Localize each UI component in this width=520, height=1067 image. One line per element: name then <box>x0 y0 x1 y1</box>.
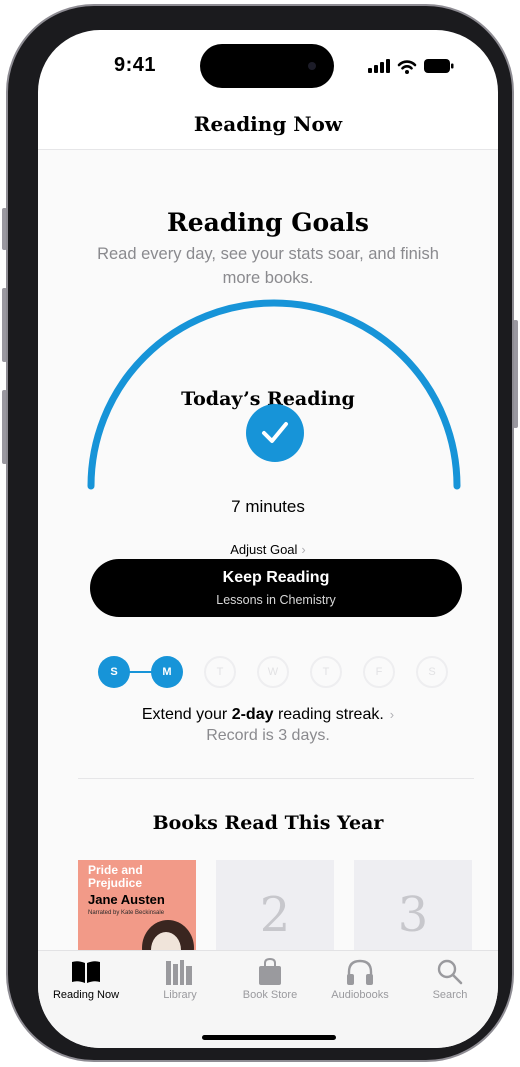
bag-icon <box>259 958 281 985</box>
reading-goals-subtitle: Read every day, see your stats soar, and… <box>97 245 439 287</box>
adjust-goal-link[interactable]: Adjust Goal › <box>38 542 498 557</box>
reading-goals-title: Reading Goals <box>166 208 369 237</box>
dynamic-island <box>200 44 334 88</box>
day-sunday: S <box>98 656 130 688</box>
tab-bar: Reading Now Library Book Store Audiobook… <box>38 950 498 1048</box>
library-icon <box>166 960 192 985</box>
tab-label: Audiobooks <box>331 989 389 1001</box>
adjust-goal-label: Adjust Goal <box>230 542 298 557</box>
battery-icon <box>424 59 454 73</box>
tab-book-store[interactable]: Book Store <box>224 957 316 1001</box>
tab-label: Search <box>432 989 468 1001</box>
section-divider <box>78 778 474 779</box>
headphones-icon <box>347 959 373 985</box>
streak-days: 2-day <box>231 706 274 723</box>
phone-frame: 9:41 Reading Now Reading Goals Read ever… <box>6 4 514 1062</box>
day-thursday: T <box>310 656 342 688</box>
cellular-signal-icon <box>368 59 390 73</box>
streak-message[interactable]: Extend your 2-day reading streak. › <box>38 706 498 724</box>
day-tuesday: T <box>204 656 236 688</box>
day-friday: F <box>363 656 395 688</box>
placeholder-number: 3 <box>397 887 429 943</box>
keep-reading-book: Lessons in Chemistry <box>216 593 336 607</box>
tab-audiobooks[interactable]: Audiobooks <box>314 957 406 1001</box>
tab-reading-now[interactable]: Reading Now <box>40 957 132 1001</box>
placeholder-number: 2 <box>259 887 291 943</box>
day-saturday: S <box>416 656 448 688</box>
streak-suffix: reading streak. <box>273 706 384 723</box>
day-wednesday: W <box>257 656 289 688</box>
books-read-title: Books Read This Year <box>152 812 384 834</box>
minutes-read: 7 minutes <box>231 497 305 516</box>
streak-record: Record is 3 days. <box>206 727 330 744</box>
streak-prefix: Extend your <box>141 706 232 723</box>
day-monday: M <box>151 656 183 688</box>
tab-library[interactable]: Library <box>134 957 226 1001</box>
chevron-right-icon: › <box>301 542 306 557</box>
nav-title: Reading Now <box>193 112 343 136</box>
wifi-icon <box>397 59 417 74</box>
book-cover-title: Pride and Prejudice <box>88 863 143 890</box>
status-time: 9:41 <box>114 54 157 76</box>
keep-reading-button[interactable]: Keep Reading Lessons in Chemistry <box>90 559 462 617</box>
tab-search[interactable]: Search <box>404 957 496 1001</box>
search-icon <box>437 959 463 985</box>
keep-reading-label: Keep Reading <box>222 569 330 586</box>
checkmark-icon <box>246 404 304 462</box>
tab-label: Book Store <box>242 989 298 1001</box>
book-open-icon <box>72 961 100 983</box>
home-indicator[interactable] <box>202 1035 336 1040</box>
screen: 9:41 Reading Now Reading Goals Read ever… <box>38 30 498 1048</box>
tab-label: Reading Now <box>52 989 120 1001</box>
book-cover-author: Jane Austen <box>88 892 165 907</box>
tab-label: Library <box>163 989 197 1001</box>
status-icons <box>368 58 454 74</box>
chevron-right-icon: › <box>389 707 395 722</box>
